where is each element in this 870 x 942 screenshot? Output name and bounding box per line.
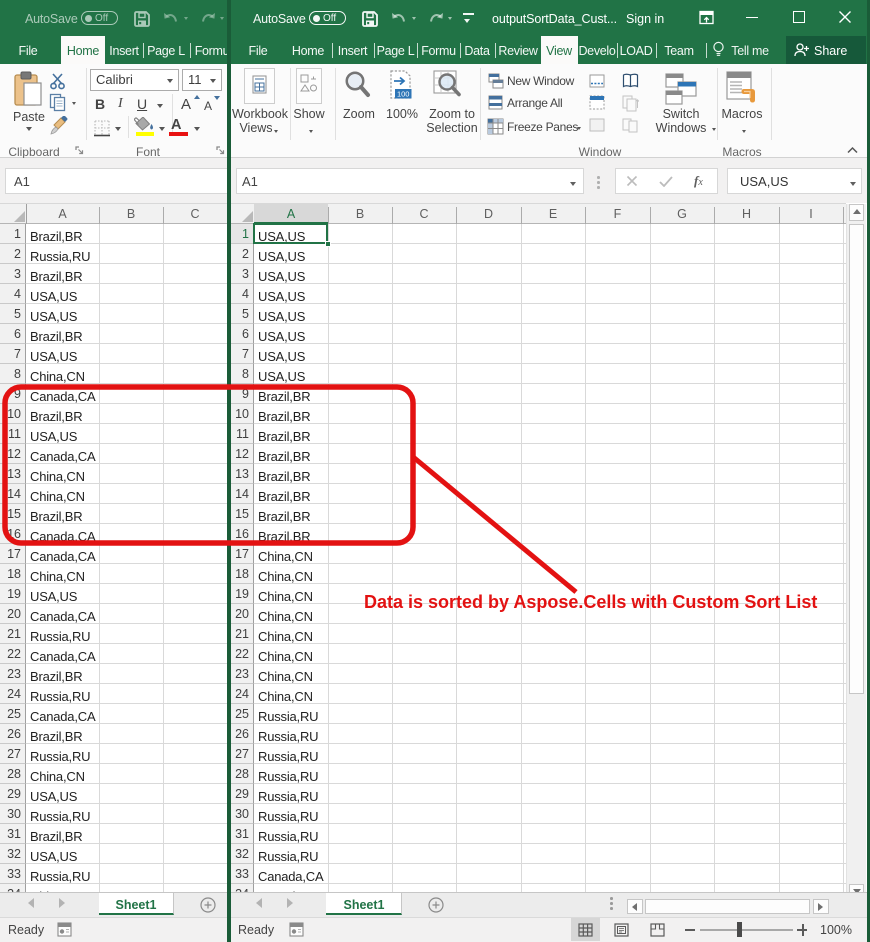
svg-text:100: 100 xyxy=(397,90,410,99)
